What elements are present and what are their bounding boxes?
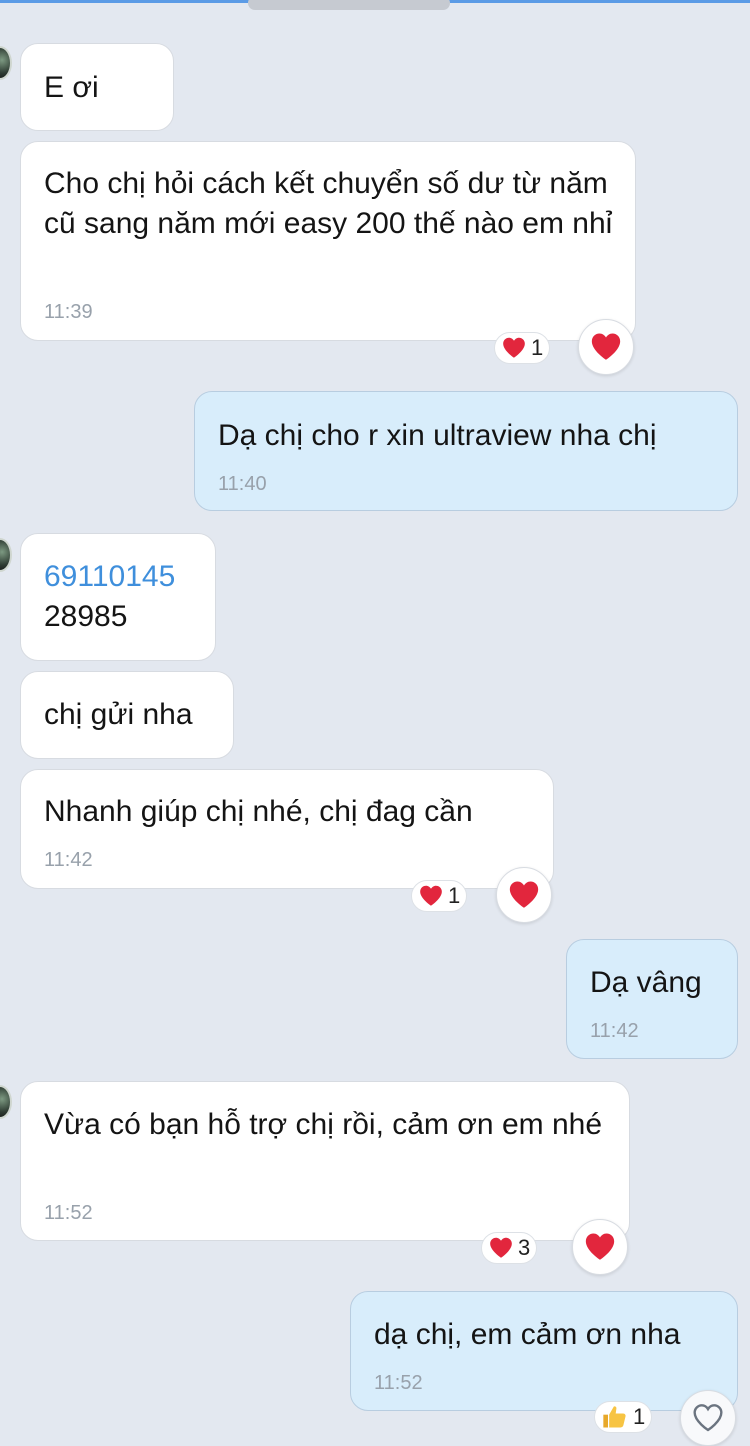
heart-icon <box>509 881 539 908</box>
react-heart-button[interactable] <box>680 1390 736 1446</box>
message-text: chị gửi nha <box>44 698 193 731</box>
reaction-summary[interactable]: 1 <box>594 1401 653 1433</box>
message-bubble-incoming[interactable]: chị gửi nha <box>20 671 234 759</box>
message-bubble-incoming[interactable]: 69110145 28985 <box>20 533 216 661</box>
message-text: Dạ chị cho r xin ultraview nha chị <box>218 419 657 452</box>
message-text: Vừa có bạn hỗ trợ chị rồi, cảm ơn em nhé <box>44 1108 603 1141</box>
message-text: Cho chị hỏi cách kết chuyển số dư từ năm… <box>44 167 613 240</box>
message-time: 11:52 <box>374 1372 423 1394</box>
reaction-summary[interactable]: 1 <box>411 880 468 912</box>
reaction-count: 1 <box>633 1404 646 1429</box>
message-bubble-outgoing[interactable]: Dạ vâng 11:42 <box>566 939 738 1059</box>
reaction-summary[interactable]: 1 <box>494 332 551 364</box>
reaction-count: 1 <box>531 335 544 360</box>
message-bubble-incoming[interactable]: Vừa có bạn hỗ trợ chị rồi, cảm ơn em nhé… <box>20 1081 630 1241</box>
reaction-count: 3 <box>518 1235 531 1260</box>
phone-link[interactable]: 69110145 <box>44 557 197 597</box>
react-heart-button[interactable] <box>496 867 552 923</box>
message-text: Dạ vâng <box>590 966 702 999</box>
heart-icon <box>490 1237 512 1258</box>
message-time: 11:52 <box>44 1202 93 1224</box>
avatar[interactable] <box>0 1085 12 1119</box>
message-bubble-incoming[interactable]: Cho chị hỏi cách kết chuyển số dư từ năm… <box>20 141 636 341</box>
heart-icon <box>585 1233 615 1260</box>
reaction-summary[interactable]: 3 <box>481 1232 538 1264</box>
message-bubble-incoming[interactable]: Nhanh giúp chị nhé, chị đag cần 11:42 <box>20 769 554 889</box>
message-text: Nhanh giúp chị nhé, chị đag cần <box>44 795 473 828</box>
heart-icon <box>503 337 525 358</box>
message-time: 11:42 <box>44 849 93 871</box>
heart-icon <box>420 885 442 906</box>
message-time: 11:40 <box>218 473 267 495</box>
thumbs-up-icon <box>603 1406 626 1428</box>
message-text: dạ chị, em cảm ơn nha <box>374 1318 681 1351</box>
message-bubble-incoming[interactable]: E ơi <box>20 43 174 131</box>
react-heart-button[interactable] <box>578 319 634 375</box>
heart-icon <box>591 333 621 360</box>
message-time: 11:39 <box>44 301 93 323</box>
avatar[interactable] <box>0 46 12 80</box>
reaction-count: 1 <box>448 883 461 908</box>
drag-handle[interactable] <box>248 0 450 10</box>
message-text: 28985 <box>44 600 128 633</box>
message-time: 11:42 <box>590 1020 639 1042</box>
message-bubble-outgoing[interactable]: dạ chị, em cảm ơn nha 11:52 <box>350 1291 738 1411</box>
avatar[interactable] <box>0 538 12 572</box>
message-bubble-outgoing[interactable]: Dạ chị cho r xin ultraview nha chị 11:40 <box>194 391 738 511</box>
message-text: E ơi <box>44 71 99 104</box>
heart-outline-icon <box>693 1404 723 1432</box>
react-heart-button[interactable] <box>572 1219 628 1275</box>
